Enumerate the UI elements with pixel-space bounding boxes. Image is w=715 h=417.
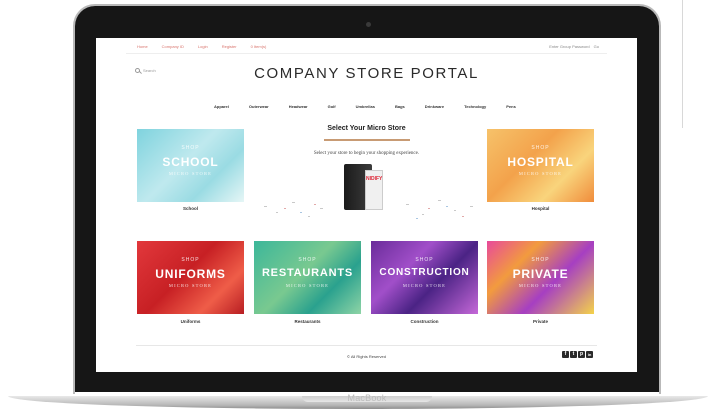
tile-micro-store-label: MICRO STORE [168,283,213,288]
topbar-divider [126,53,607,54]
top-link-login[interactable]: Login [198,44,208,49]
tile-shop-label: SHOP [298,257,317,263]
nav-item-headwear[interactable]: Headwear [289,104,308,109]
store-tile-uniforms[interactable]: SHOP UNIFORMS MICRO STORE [137,241,244,314]
nav-item-bags[interactable]: Bags [395,104,405,109]
top-links: Home Company ID Login Register 0 Item(s) [137,44,266,49]
camera-icon [366,22,371,27]
product-bag-logo: NIDIFY [366,176,383,182]
tile-shop-label: SHOP [531,257,550,263]
title-underline [324,139,410,141]
top-link-register[interactable]: Register [222,44,237,49]
store-tile-hospital[interactable]: SHOP HOSPITAL MICRO STORE [487,129,594,202]
store-caption-private[interactable]: Private [487,319,594,324]
store-tile-restaurants[interactable]: SHOP RESTAURANTS MICRO STORE [254,241,361,314]
nav-item-pens[interactable]: Pens [506,104,516,109]
tile-shop-label: SHOP [415,257,434,263]
top-link-company-id[interactable]: Company ID [162,44,184,49]
tile-store-name: CONSTRUCTION [379,267,470,278]
nav-item-outerwear[interactable]: Outerwear [249,104,269,109]
pinterest-icon[interactable]: p [578,351,585,358]
tile-shop-label: SHOP [531,145,550,151]
group-password-go-button[interactable]: Go [594,44,599,49]
footer-copyright: © All Rights Reserved [347,354,386,359]
tile-store-name: RESTAURANTS [261,267,354,279]
site-logo[interactable]: COMPANY STORE PORTAL [96,65,637,82]
tile-micro-store-label: MICRO STORE [168,171,213,176]
top-link-home[interactable]: Home [137,44,148,49]
device-label: MacBook [347,393,387,403]
tile-store-name: SCHOOL [162,155,219,169]
tile-shop-label: SHOP [181,145,200,151]
top-link-cart[interactable]: 0 Item(s) [251,44,267,49]
browser-screen: Home Company ID Login Register 0 Item(s)… [96,38,637,372]
social-links: f t p in [562,351,593,358]
main-nav: Apparel Outerwear Headwear Golf Umbrella… [214,104,536,109]
tile-shop-label: SHOP [181,257,200,263]
tile-store-name: UNIFORMS [155,267,226,281]
linkedin-icon[interactable]: in [586,351,593,358]
page-edge-divider [682,0,683,128]
group-password: Enter Group Password Go [549,44,599,49]
store-tile-construction[interactable]: SHOP CONSTRUCTION MICRO STORE [371,241,478,314]
tile-store-name: HOSPITAL [507,155,574,169]
nav-item-apparel[interactable]: Apparel [214,104,229,109]
nav-item-golf[interactable]: Golf [328,104,336,109]
tile-micro-store-label: MICRO STORE [518,283,563,288]
store-caption-construction[interactable]: Construction [371,319,478,324]
tile-micro-store-label: MICRO STORE [402,283,447,288]
store-caption-hospital[interactable]: Hospital [487,206,594,211]
nav-item-drinkware[interactable]: Drinkware [425,104,444,109]
store-caption-school[interactable]: School [137,206,244,211]
store-tile-private[interactable]: SHOP PRIVATE MICRO STORE [487,241,594,314]
store-caption-restaurants[interactable]: Restaurants [254,319,361,324]
tile-micro-store-label: MICRO STORE [285,283,330,288]
group-password-field[interactable]: Enter Group Password [549,44,589,49]
store-tile-school[interactable]: SHOP SCHOOL MICRO STORE [137,129,244,202]
nav-item-technology[interactable]: Technology [464,104,486,109]
tile-micro-store-label: MICRO STORE [518,171,563,176]
facebook-icon[interactable]: f [562,351,569,358]
store-caption-uniforms[interactable]: Uniforms [137,319,244,324]
nav-item-umbrellas[interactable]: Umbrellas [356,104,375,109]
footer-divider [136,345,597,346]
product-image: NIDIFY [339,162,399,212]
tile-store-name: PRIVATE [512,267,569,281]
twitter-icon[interactable]: t [570,351,577,358]
